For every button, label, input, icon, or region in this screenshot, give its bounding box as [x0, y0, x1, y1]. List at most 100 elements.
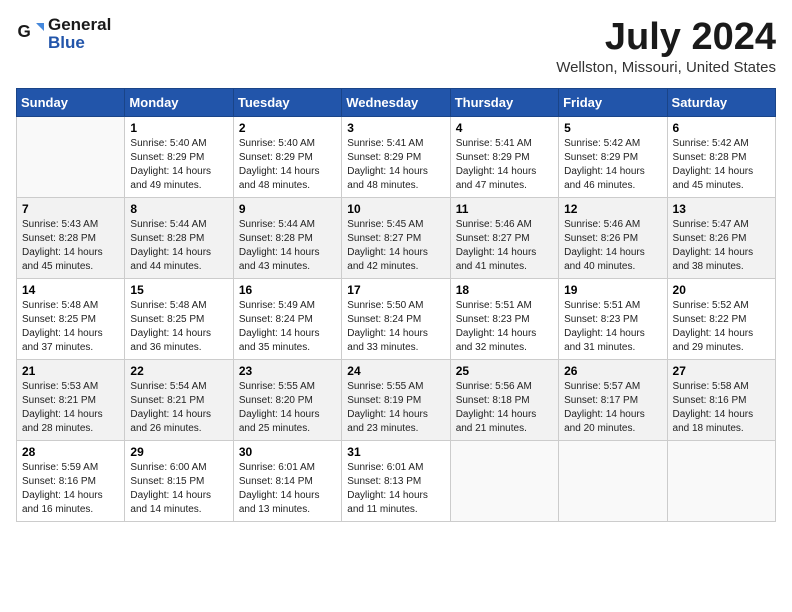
- calendar-week: 7 Sunrise: 5:43 AM Sunset: 8:28 PM Daylig…: [17, 198, 776, 279]
- day-number: 23: [239, 364, 336, 378]
- day-number: 15: [130, 283, 227, 297]
- day-number: 16: [239, 283, 336, 297]
- logo-blue: Blue: [48, 33, 85, 52]
- calendar-cell: 14 Sunrise: 5:48 AM Sunset: 8:25 PM Dayli…: [17, 279, 125, 360]
- calendar-cell: 18Sunrise: 5:51 AM Sunset: 8:23 PM Dayli…: [450, 279, 558, 360]
- day-number: 7: [22, 202, 119, 216]
- day-info: Sunrise: 5:43 AM Sunset: 8:28 PM Dayligh…: [22, 218, 119, 274]
- day-info: Sunrise: 5:40 AM Sunset: 8:29 PM Dayligh…: [130, 137, 227, 193]
- day-info: Sunrise: 5:44 AM Sunset: 8:28 PM Dayligh…: [239, 218, 336, 274]
- day-info: Sunrise: 6:01 AM Sunset: 8:14 PM Dayligh…: [239, 461, 336, 517]
- calendar-cell: 15 Sunrise: 5:48 AM Sunset: 8:25 PM Dayli…: [125, 279, 233, 360]
- day-info: Sunrise: 5:49 AM Sunset: 8:24 PM Dayligh…: [239, 299, 336, 355]
- day-number: 18: [456, 283, 553, 297]
- calendar-cell: 17 Sunrise: 5:50 AM Sunset: 8:24 PM Dayli…: [342, 279, 450, 360]
- day-info: Sunrise: 5:57 AM Sunset: 8:17 PM Dayligh…: [564, 380, 661, 436]
- calendar-cell: 7 Sunrise: 5:43 AM Sunset: 8:28 PM Daylig…: [17, 198, 125, 279]
- day-number: 2: [239, 121, 336, 135]
- day-info: Sunrise: 5:50 AM Sunset: 8:24 PM Dayligh…: [347, 299, 444, 355]
- day-number: 3: [347, 121, 444, 135]
- svg-text:G: G: [18, 22, 31, 41]
- calendar-week: 28 Sunrise: 5:59 AM Sunset: 8:16 PM Dayli…: [17, 441, 776, 522]
- calendar: SundayMondayTuesdayWednesdayThursdayFrid…: [16, 88, 776, 522]
- calendar-cell: 29 Sunrise: 6:00 AM Sunset: 8:15 PM Dayli…: [125, 441, 233, 522]
- calendar-cell: 28 Sunrise: 5:59 AM Sunset: 8:16 PM Dayli…: [17, 441, 125, 522]
- day-number: 12: [564, 202, 661, 216]
- calendar-cell: 2 Sunrise: 5:40 AM Sunset: 8:29 PM Daylig…: [233, 117, 341, 198]
- day-number: 31: [347, 445, 444, 459]
- day-info: Sunrise: 5:51 AM Sunset: 8:23 PM Dayligh…: [564, 299, 661, 355]
- day-number: 1: [130, 121, 227, 135]
- day-number: 22: [130, 364, 227, 378]
- calendar-cell: 10 Sunrise: 5:45 AM Sunset: 8:27 PM Dayli…: [342, 198, 450, 279]
- day-info: Sunrise: 5:55 AM Sunset: 8:19 PM Dayligh…: [347, 380, 444, 436]
- header: G General Blue July 2024 Wellston, Misso…: [16, 16, 776, 76]
- calendar-body: 1 Sunrise: 5:40 AM Sunset: 8:29 PM Daylig…: [17, 117, 776, 522]
- subtitle: Wellston, Missouri, United States: [556, 59, 776, 76]
- calendar-cell: 20 Sunrise: 5:52 AM Sunset: 8:22 PM Dayli…: [667, 279, 775, 360]
- calendar-cell: 25Sunrise: 5:56 AM Sunset: 8:18 PM Dayli…: [450, 360, 558, 441]
- day-number: 26: [564, 364, 661, 378]
- calendar-cell: 1 Sunrise: 5:40 AM Sunset: 8:29 PM Daylig…: [125, 117, 233, 198]
- header-row: SundayMondayTuesdayWednesdayThursdayFrid…: [17, 89, 776, 117]
- calendar-cell: 30Sunrise: 6:01 AM Sunset: 8:14 PM Dayli…: [233, 441, 341, 522]
- calendar-cell: 5Sunrise: 5:42 AM Sunset: 8:29 PM Daylig…: [559, 117, 667, 198]
- calendar-cell: [559, 441, 667, 522]
- day-number: 8: [130, 202, 227, 216]
- calendar-cell: 27 Sunrise: 5:58 AM Sunset: 8:16 PM Dayli…: [667, 360, 775, 441]
- logo: G General Blue: [16, 16, 111, 52]
- main-title: July 2024: [556, 16, 776, 59]
- weekday-header: Sunday: [17, 89, 125, 117]
- day-info: Sunrise: 5:56 AM Sunset: 8:18 PM Dayligh…: [456, 380, 553, 436]
- calendar-cell: [17, 117, 125, 198]
- calendar-header: SundayMondayTuesdayWednesdayThursdayFrid…: [17, 89, 776, 117]
- title-area: July 2024 Wellston, Missouri, United Sta…: [556, 16, 776, 76]
- day-info: Sunrise: 5:42 AM Sunset: 8:29 PM Dayligh…: [564, 137, 661, 193]
- calendar-cell: 13Sunrise: 5:47 AM Sunset: 8:26 PM Dayli…: [667, 198, 775, 279]
- weekday-header: Thursday: [450, 89, 558, 117]
- day-info: Sunrise: 5:48 AM Sunset: 8:25 PM Dayligh…: [22, 299, 119, 355]
- calendar-cell: 26 Sunrise: 5:57 AM Sunset: 8:17 PM Dayli…: [559, 360, 667, 441]
- day-info: Sunrise: 5:59 AM Sunset: 8:16 PM Dayligh…: [22, 461, 119, 517]
- day-number: 27: [673, 364, 770, 378]
- day-info: Sunrise: 5:44 AM Sunset: 8:28 PM Dayligh…: [130, 218, 227, 274]
- day-info: Sunrise: 5:42 AM Sunset: 8:28 PM Dayligh…: [673, 137, 770, 193]
- day-info: Sunrise: 5:41 AM Sunset: 8:29 PM Dayligh…: [347, 137, 444, 193]
- day-info: Sunrise: 5:46 AM Sunset: 8:26 PM Dayligh…: [564, 218, 661, 274]
- day-number: 4: [456, 121, 553, 135]
- day-info: Sunrise: 5:58 AM Sunset: 8:16 PM Dayligh…: [673, 380, 770, 436]
- weekday-header: Saturday: [667, 89, 775, 117]
- day-info: Sunrise: 6:00 AM Sunset: 8:15 PM Dayligh…: [130, 461, 227, 517]
- calendar-cell: 12 Sunrise: 5:46 AM Sunset: 8:26 PM Dayli…: [559, 198, 667, 279]
- day-info: Sunrise: 5:55 AM Sunset: 8:20 PM Dayligh…: [239, 380, 336, 436]
- day-number: 10: [347, 202, 444, 216]
- calendar-week: 14 Sunrise: 5:48 AM Sunset: 8:25 PM Dayli…: [17, 279, 776, 360]
- logo-general: General: [48, 15, 111, 34]
- day-number: 29: [130, 445, 227, 459]
- day-number: 28: [22, 445, 119, 459]
- day-info: Sunrise: 5:45 AM Sunset: 8:27 PM Dayligh…: [347, 218, 444, 274]
- weekday-header: Friday: [559, 89, 667, 117]
- calendar-cell: 9 Sunrise: 5:44 AM Sunset: 8:28 PM Daylig…: [233, 198, 341, 279]
- day-info: Sunrise: 5:41 AM Sunset: 8:29 PM Dayligh…: [456, 137, 553, 193]
- day-info: Sunrise: 5:46 AM Sunset: 8:27 PM Dayligh…: [456, 218, 553, 274]
- day-info: Sunrise: 5:53 AM Sunset: 8:21 PM Dayligh…: [22, 380, 119, 436]
- day-number: 17: [347, 283, 444, 297]
- day-number: 6: [673, 121, 770, 135]
- day-info: Sunrise: 5:48 AM Sunset: 8:25 PM Dayligh…: [130, 299, 227, 355]
- calendar-cell: 3 Sunrise: 5:41 AM Sunset: 8:29 PM Daylig…: [342, 117, 450, 198]
- day-number: 21: [22, 364, 119, 378]
- weekday-header: Wednesday: [342, 89, 450, 117]
- logo-icon: G: [16, 20, 44, 48]
- day-number: 14: [22, 283, 119, 297]
- day-number: 20: [673, 283, 770, 297]
- calendar-cell: 24Sunrise: 5:55 AM Sunset: 8:19 PM Dayli…: [342, 360, 450, 441]
- calendar-cell: 22Sunrise: 5:54 AM Sunset: 8:21 PM Dayli…: [125, 360, 233, 441]
- calendar-cell: 8 Sunrise: 5:44 AM Sunset: 8:28 PM Daylig…: [125, 198, 233, 279]
- day-info: Sunrise: 5:52 AM Sunset: 8:22 PM Dayligh…: [673, 299, 770, 355]
- day-info: Sunrise: 6:01 AM Sunset: 8:13 PM Dayligh…: [347, 461, 444, 517]
- day-number: 9: [239, 202, 336, 216]
- day-info: Sunrise: 5:40 AM Sunset: 8:29 PM Dayligh…: [239, 137, 336, 193]
- calendar-cell: 31 Sunrise: 6:01 AM Sunset: 8:13 PM Dayli…: [342, 441, 450, 522]
- calendar-cell: 16 Sunrise: 5:49 AM Sunset: 8:24 PM Dayli…: [233, 279, 341, 360]
